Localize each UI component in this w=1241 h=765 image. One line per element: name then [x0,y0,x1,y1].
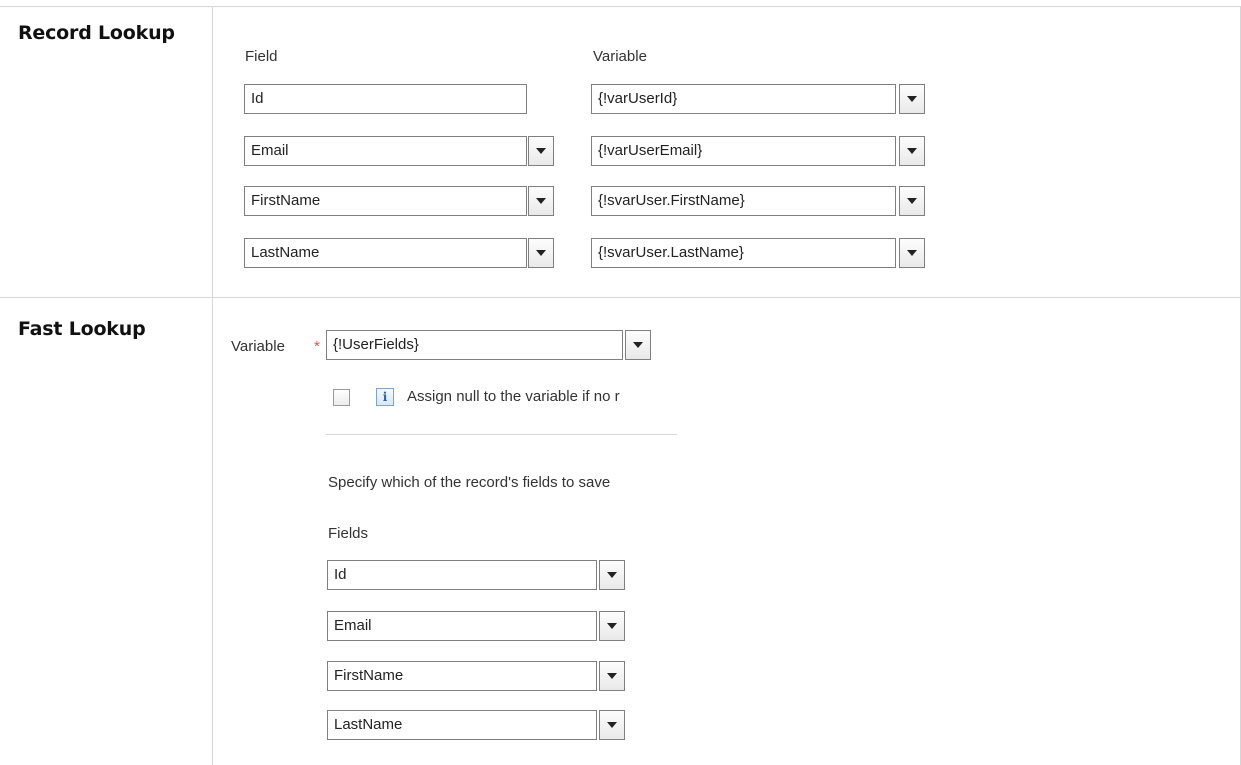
specify-text-clip: Specify which of the record's fields to … [328,474,677,496]
record-field-value[interactable]: LastName [244,238,527,268]
dropdown-arrow-button[interactable] [625,330,651,360]
chevron-down-icon [607,722,617,728]
chevron-down-icon [536,198,546,204]
chevron-down-icon [536,148,546,154]
assign-null-label-clip: Assign null to the variable if no r [407,388,677,410]
record-variable-value[interactable]: {!varUserId} [591,84,896,114]
variable-label: Variable [231,338,285,355]
record-variable-value[interactable]: {!varUserEmail} [591,136,896,166]
record-variable-value[interactable]: {!svarUser.FirstName} [591,186,896,216]
section-divider [326,434,677,435]
dropdown-arrow-button[interactable] [599,560,625,590]
dropdown-arrow-button[interactable] [599,661,625,691]
dropdown-arrow-button[interactable] [528,186,554,216]
record-field-value[interactable]: Email [244,136,527,166]
table-top-border [0,6,1241,7]
fast-field-value[interactable]: Email [327,611,597,641]
fast-field-value[interactable]: Id [327,560,597,590]
chevron-down-icon [633,342,643,348]
record-field-value[interactable]: FirstName [244,186,527,216]
assign-null-checkbox[interactable] [333,389,350,406]
dropdown-arrow-button[interactable] [528,238,554,268]
specify-fields-text: Specify which of the record's fields to … [328,474,611,491]
column-divider [212,6,213,765]
chevron-down-icon [907,148,917,154]
record-field-value[interactable]: Id [244,84,527,114]
dropdown-arrow-button[interactable] [899,136,925,166]
chevron-down-icon [907,250,917,256]
fast-field-value[interactable]: LastName [327,710,597,740]
required-indicator: * [314,338,320,355]
chevron-down-icon [907,96,917,102]
chevron-down-icon [607,623,617,629]
fields-label: Fields [328,525,369,542]
fast-lookup-title: Fast Lookup [18,318,146,340]
info-icon[interactable]: i [376,388,394,406]
chevron-down-icon [536,250,546,256]
variable-column-header: Variable [593,48,647,65]
dropdown-arrow-button[interactable] [599,710,625,740]
record-variable-value[interactable]: {!svarUser.LastName} [591,238,896,268]
field-column-header: Field [245,48,278,65]
dropdown-arrow-button[interactable] [599,611,625,641]
fast-variable-value[interactable]: {!UserFields} [326,330,623,360]
assign-null-label: Assign null to the variable if no r [407,388,620,405]
chevron-down-icon [607,572,617,578]
fast-field-value[interactable]: FirstName [327,661,597,691]
dropdown-arrow-button[interactable] [899,186,925,216]
record-lookup-title: Record Lookup [18,22,175,44]
chevron-down-icon [907,198,917,204]
dropdown-arrow-button[interactable] [899,238,925,268]
dropdown-arrow-button[interactable] [528,136,554,166]
row-divider [0,297,1241,298]
dropdown-arrow-button[interactable] [899,84,925,114]
chevron-down-icon [607,673,617,679]
